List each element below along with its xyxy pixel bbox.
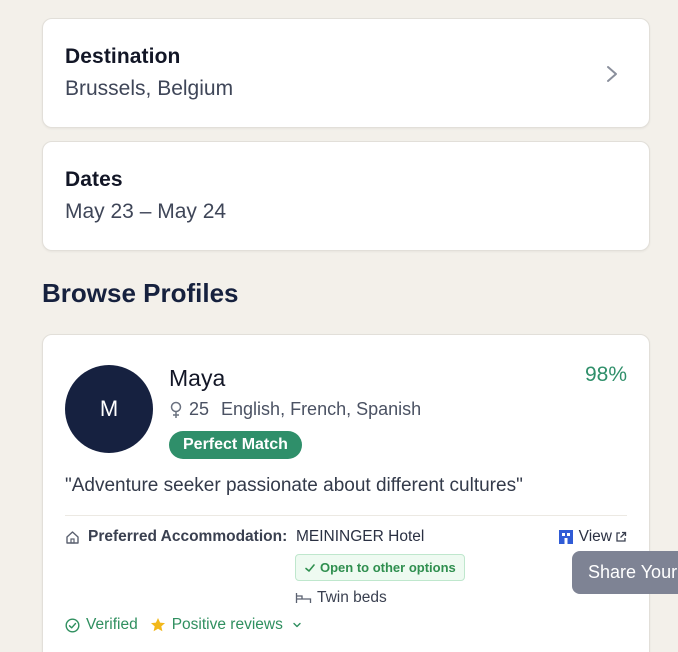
profile-footer: Verified Positive reviews <box>65 616 315 634</box>
dates-card[interactable]: Dates May 23 – May 24 <box>42 141 650 251</box>
check-icon <box>305 563 315 572</box>
destination-value: Brussels, Belgium <box>65 77 234 100</box>
external-link-icon <box>616 531 627 542</box>
bed-icon <box>295 593 312 603</box>
profile-quote: "Adventure seeker passionate about diffe… <box>65 475 523 496</box>
hotel-icon <box>558 530 573 544</box>
match-percent: 98% <box>584 363 627 386</box>
profile-card[interactable]: M Maya 25 English, French, Spanish Perfe… <box>42 334 650 652</box>
open-to-options-badge: Open to other options <box>295 554 465 581</box>
reviews-toggle[interactable]: Positive reviews <box>150 616 303 634</box>
open-to-options-label: Open to other options <box>320 560 456 575</box>
perfect-match-badge: Perfect Match <box>169 431 302 459</box>
check-circle-icon <box>65 617 80 633</box>
beds-label: Twin beds <box>317 589 387 606</box>
dates-value: May 23 – May 24 <box>65 200 227 223</box>
hotel-name: MEININGER Hotel <box>296 528 425 545</box>
profile-languages: English, French, Spanish <box>221 399 422 419</box>
chevron-down-icon <box>293 622 301 628</box>
view-hotel-link[interactable]: View <box>558 528 627 546</box>
profile-name: Maya <box>169 365 226 391</box>
home-icon <box>66 530 79 544</box>
browse-profiles-title: Browse Profiles <box>42 278 239 308</box>
reviews-label: Positive reviews <box>171 616 283 633</box>
verified-label: Verified <box>86 616 138 633</box>
dates-label: Dates <box>65 168 123 191</box>
star-icon <box>150 618 165 632</box>
chevron-right-icon <box>607 66 617 82</box>
profile-age: 25 <box>189 399 210 419</box>
profile-meta: 25 English, French, Spanish <box>169 399 421 420</box>
accommodation-label-text: Preferred Accommodation: <box>88 528 288 545</box>
view-link-label: View <box>578 528 612 545</box>
avatar[interactable]: M <box>65 365 153 453</box>
female-icon <box>170 401 182 418</box>
destination-card[interactable]: Destination Brussels, Belgium <box>42 18 650 128</box>
share-tooltip[interactable]: Share Your <box>572 551 678 594</box>
beds-info: Twin beds <box>295 589 387 607</box>
divider <box>65 515 627 516</box>
accommodation-label: Preferred Accommodation: <box>65 528 287 546</box>
verified-status: Verified <box>65 616 138 634</box>
destination-label: Destination <box>65 45 181 68</box>
